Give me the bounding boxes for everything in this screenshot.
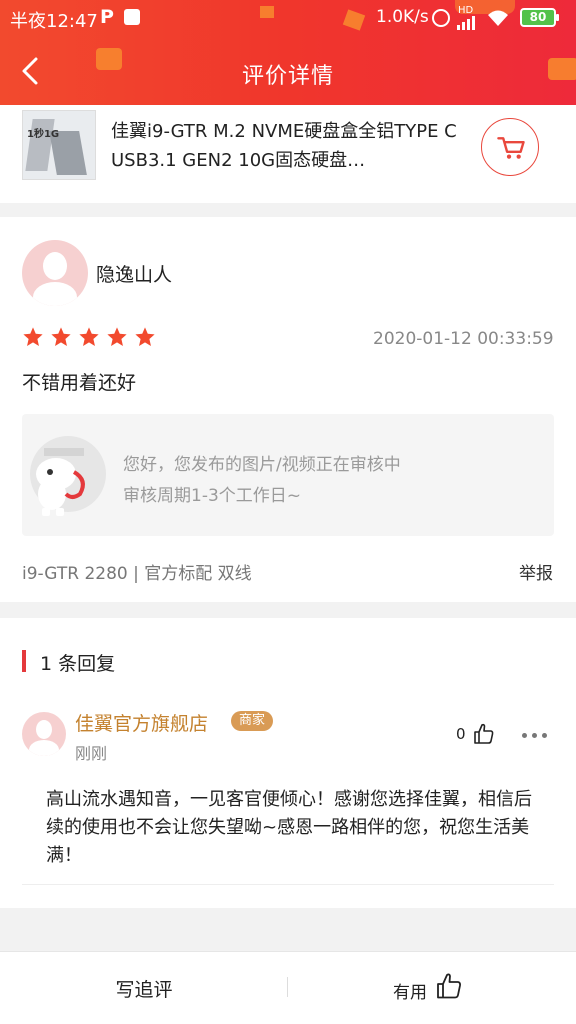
status-time: 半夜12:47 [10,11,98,32]
product-image-text: 1秒1G [27,129,60,140]
network-speed: 1.0K/s [376,7,429,27]
reply-time: 刚刚 [75,744,108,763]
add-to-cart-button[interactable] [481,118,539,176]
avatar-body [29,740,59,756]
merchant-avatar[interactable] [22,712,66,756]
app-notification-icon: P [100,6,114,28]
reviewer-avatar[interactable] [22,240,88,306]
product-image[interactable]: 1秒1G [22,110,96,180]
star-icon [107,327,127,346]
review-date: 2020-01-12 00:33:59 [373,329,554,349]
more-options-icon[interactable] [522,733,548,739]
media-notice-line1: 您好，您发布的图片/视频正在审核中 [123,455,401,475]
star-icon [79,327,99,346]
app-icon [124,9,140,25]
section-divider [0,602,576,618]
jd-mascot-icon [30,436,106,516]
avatar-head [43,252,67,280]
star-icon [23,327,43,346]
product-name[interactable]: 佳翼i9-GTR M.2 NVME硬盘盒全铝TYPE C USB3.1 GEN2… [111,117,471,175]
report-button[interactable]: 举报 [519,559,553,584]
replies-header: 1 条回复 [40,653,116,675]
review-content: 不错用着还好 [22,372,137,394]
avatar-body [33,282,77,306]
alarm-icon [432,9,450,27]
useful-button-label[interactable]: 有用 [393,978,427,1003]
status-bar: 半夜12:47 P 1.0K/s HD 80 [0,0,576,36]
star-icon [51,327,71,346]
page-title: 评价详情 [241,64,334,89]
battery-indicator: 80 [520,8,559,27]
signal-icon [457,16,475,30]
avatar-head [36,720,52,739]
thumbs-up-icon[interactable] [472,722,496,746]
merchant-badge: 商家 [231,711,274,731]
product-spec: i9-GTR 2280 | 官方标配 双线 [22,564,252,584]
cart-icon [497,137,525,159]
media-notice-line2: 审核周期1-3个工作日~ [123,486,302,506]
reply-content: 高山流水遇知音，一见客官便倾心！感谢您选择佳翼，相信后续的使用也不会让您失望呦~… [46,789,532,866]
reply-divider [22,884,554,885]
header: 半夜12:47 P 1.0K/s HD 80 评价详情 [0,0,576,105]
reply-author[interactable]: 佳翼官方旗舰店 [75,709,208,736]
reviewer-name: 隐逸山人 [96,264,173,286]
wifi-icon [488,10,508,26]
bottom-divider [287,977,288,997]
thumbs-up-icon[interactable] [434,971,464,1001]
section-marker [22,650,26,672]
star-icon [135,327,155,346]
section-divider [0,203,576,217]
like-count: 0 [456,725,466,743]
write-follow-up-button[interactable]: 写追评 [0,975,288,1002]
